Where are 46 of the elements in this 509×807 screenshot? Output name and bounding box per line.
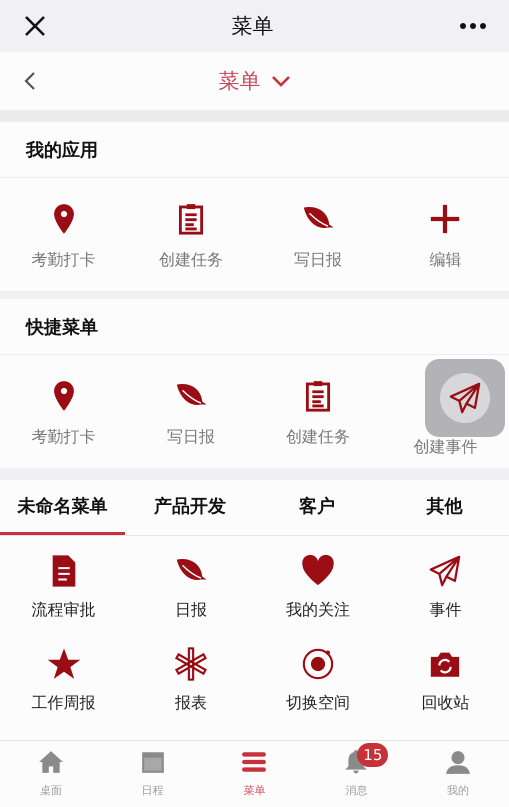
app-item[interactable]: 考勤打卡 <box>32 202 96 271</box>
paper-plane-icon <box>428 554 462 588</box>
category-tab[interactable]: 其他 <box>382 480 507 535</box>
heart-icon <box>301 554 336 588</box>
app-item[interactable]: 编辑 <box>428 202 462 271</box>
app-item[interactable]: 流程审批 <box>32 554 96 621</box>
floating-button[interactable] <box>425 359 505 437</box>
target-icon <box>301 647 336 681</box>
nav-tab[interactable]: 日程 <box>102 741 204 807</box>
app-item[interactable]: 切换空间 <box>286 647 350 714</box>
app-item[interactable]: 日报 <box>174 554 208 621</box>
section-title: 我的应用 <box>26 138 98 162</box>
app-item[interactable]: 报表 <box>174 647 208 714</box>
app-item[interactable]: 回收站 <box>421 647 470 714</box>
window-title: 菜单 <box>232 13 274 40</box>
category-tab[interactable]: 客户 <box>254 480 380 535</box>
asterisk-icon <box>174 647 208 681</box>
app-item[interactable]: 创建事件 <box>413 437 478 458</box>
app-item[interactable]: 工作周报 <box>32 647 96 714</box>
back-button[interactable] <box>24 71 36 91</box>
star-icon <box>46 647 81 681</box>
person-icon <box>445 749 472 775</box>
nav-tab[interactable]: 桌面 <box>0 741 102 807</box>
more-button[interactable] <box>459 22 487 30</box>
section-title: 快捷菜单 <box>26 316 98 338</box>
nav-tab[interactable]: 15 消息 <box>305 741 408 807</box>
nav-tab[interactable]: 菜单 <box>204 741 306 807</box>
app-item[interactable]: 创建任务 <box>286 379 350 448</box>
nav-tab[interactable]: 我的 <box>407 741 509 807</box>
app-item[interactable]: 考勤打卡 <box>32 379 96 448</box>
home-icon <box>38 749 64 775</box>
count-badge: 15 <box>357 743 388 767</box>
category-tab[interactable]: 产品开发 <box>127 480 252 535</box>
app-item[interactable]: 事件 <box>428 554 462 621</box>
close-icon <box>24 15 46 37</box>
paper-plane-icon <box>448 381 482 415</box>
app-item[interactable]: 写日报 <box>166 379 215 448</box>
app-item[interactable]: 创建任务 <box>158 202 223 271</box>
app-item[interactable]: 写日报 <box>294 202 342 271</box>
close-button[interactable] <box>24 15 46 37</box>
chevron-down-icon <box>270 75 290 87</box>
more-icon <box>459 22 487 30</box>
app-item[interactable]: 我的关注 <box>286 554 350 621</box>
category-tab[interactable]: 未命名菜单 <box>0 480 126 535</box>
back-icon <box>24 71 36 91</box>
menu-dropdown[interactable]: 菜单 <box>218 67 290 95</box>
